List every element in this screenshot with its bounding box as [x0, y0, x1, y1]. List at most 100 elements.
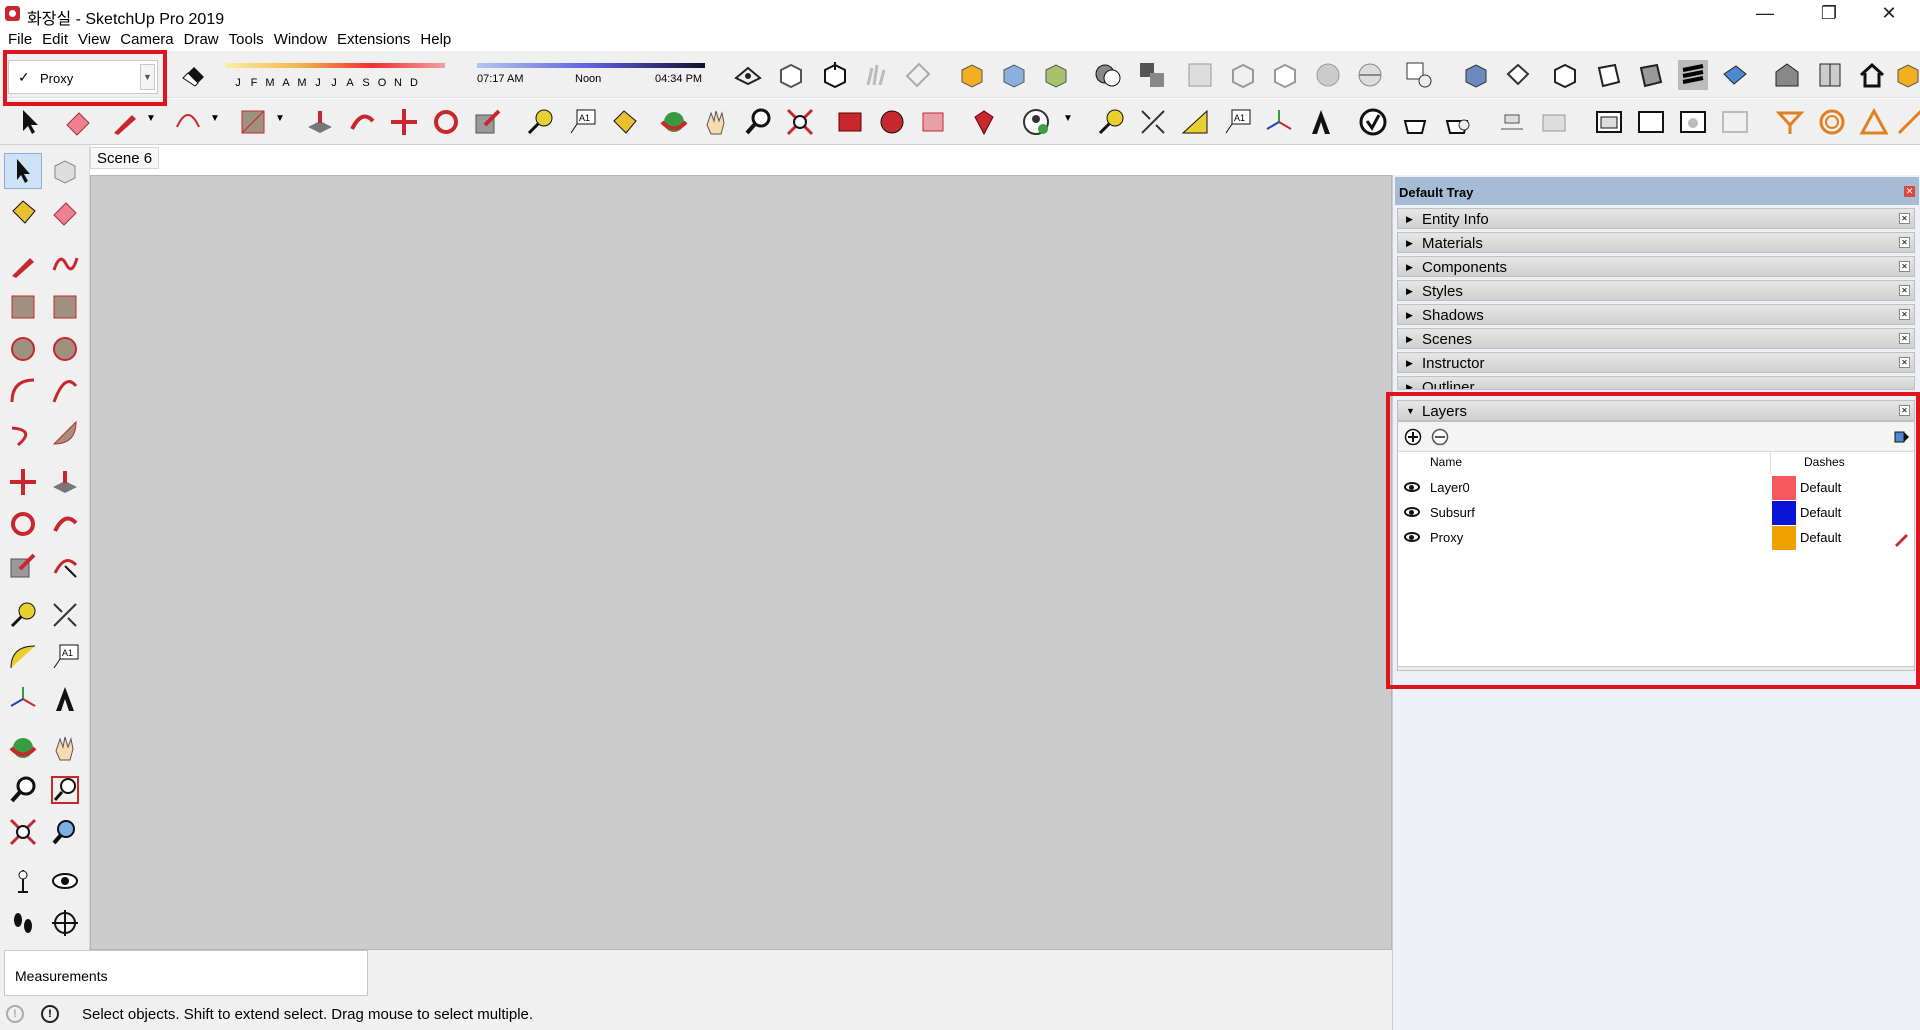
extension-warehouse-icon[interactable]: [1815, 60, 1845, 90]
bottom-camera-icon[interactable]: [1720, 60, 1750, 90]
panel-close-icon[interactable]: ✕: [1899, 333, 1910, 344]
circle-outline-icon[interactable]: [1817, 107, 1847, 137]
panel-styles[interactable]: ▶ Styles ✕: [1397, 280, 1915, 301]
menu-camera[interactable]: Camera: [115, 29, 178, 51]
instructor-info-icon[interactable]: !: [41, 1005, 59, 1023]
follow-me-icon[interactable]: [347, 107, 377, 137]
panel-entity-info[interactable]: ▶ Entity Info ✕: [1397, 208, 1915, 229]
layers-stack-icon[interactable]: [1678, 60, 1708, 90]
window-frame-icon[interactable]: [1594, 107, 1624, 137]
follow-me-icon[interactable]: [50, 509, 80, 539]
close-button[interactable]: ✕: [1866, 0, 1912, 29]
orbit-icon[interactable]: [8, 733, 38, 763]
axes-icon[interactable]: [1264, 107, 1294, 137]
warehouse-icon[interactable]: [1772, 60, 1802, 90]
polygon-icon[interactable]: [50, 334, 80, 364]
top-camera-icon[interactable]: [1503, 60, 1533, 90]
three-point-arc-icon[interactable]: [8, 418, 38, 448]
zoom-window-icon[interactable]: [50, 775, 80, 805]
pencil-line-icon[interactable]: [8, 250, 38, 280]
walk-footprints-icon[interactable]: [8, 908, 38, 938]
rectangle-icon[interactable]: [238, 107, 268, 137]
component-blue-icon[interactable]: [999, 60, 1029, 90]
orbit-icon[interactable]: [659, 107, 689, 137]
sketchy-edges-icon[interactable]: [862, 60, 892, 90]
freehand-icon[interactable]: [50, 250, 80, 280]
circle-icon[interactable]: [8, 334, 38, 364]
section-plane-icon[interactable]: [733, 60, 763, 90]
rotate-icon[interactable]: [8, 509, 38, 539]
sandbox-teapot-icon[interactable]: [1400, 107, 1430, 137]
sketchup-box-icon[interactable]: [1893, 60, 1920, 90]
push-pull-icon[interactable]: [305, 107, 335, 137]
maximize-button[interactable]: ❐: [1806, 0, 1852, 29]
xray-style-icon[interactable]: [1185, 60, 1215, 90]
previous-view-icon[interactable]: [50, 817, 80, 847]
tape-measure-alt-icon[interactable]: [1096, 107, 1126, 137]
make-component-icon[interactable]: [50, 156, 80, 186]
iso-camera-icon[interactable]: [1461, 60, 1491, 90]
protractor-icon[interactable]: [1180, 107, 1210, 137]
geo-location-icon[interactable]: !: [6, 1005, 24, 1023]
monochrome-style-icon[interactable]: [1355, 60, 1385, 90]
panel-materials[interactable]: ▶ Materials ✕: [1397, 232, 1915, 253]
menu-file[interactable]: File: [0, 29, 37, 51]
top-view-icon[interactable]: [820, 60, 850, 90]
home-icon[interactable]: [1857, 60, 1887, 90]
tab-scene-6[interactable]: Scene 6: [90, 147, 160, 169]
move-icon[interactable]: [8, 467, 38, 497]
profile-edges-icon[interactable]: [903, 60, 933, 90]
look-around-eye-icon[interactable]: [50, 866, 80, 896]
panel-close-icon[interactable]: ✕: [1899, 309, 1910, 320]
select-arrow-icon[interactable]: [8, 156, 38, 186]
text-tool-icon[interactable]: A1: [50, 642, 80, 672]
zoom-icon[interactable]: [8, 775, 38, 805]
panel-shadows[interactable]: ▶ Shadows ✕: [1397, 304, 1915, 325]
tray-close-icon[interactable]: ✕: [1904, 186, 1915, 197]
offset-icon[interactable]: [50, 551, 80, 581]
section-plane-icon[interactable]: [50, 908, 80, 938]
position-camera-icon[interactable]: [8, 866, 38, 896]
rotated-rectangle-icon[interactable]: [50, 292, 80, 322]
3d-text-icon[interactable]: [50, 684, 80, 714]
minimize-button[interactable]: —: [1742, 0, 1788, 29]
component-green-icon[interactable]: [1041, 60, 1071, 90]
drape-icon[interactable]: [1497, 107, 1527, 137]
menu-window[interactable]: Window: [269, 29, 332, 51]
two-point-arc-icon[interactable]: [50, 376, 80, 406]
iso-view-icon[interactable]: [776, 60, 806, 90]
select-hand-icon[interactable]: [1404, 60, 1434, 90]
select-arrow-icon[interactable]: [15, 107, 45, 137]
menu-view[interactable]: View: [73, 29, 115, 51]
ruby-gem-icon[interactable]: [969, 107, 999, 137]
move-icon[interactable]: [389, 107, 419, 137]
dimension-icon[interactable]: [1138, 107, 1168, 137]
hidden-line-style-icon[interactable]: [1270, 60, 1300, 90]
tape-measure-icon[interactable]: [8, 600, 38, 630]
front-camera-icon[interactable]: [1550, 60, 1580, 90]
arc-icon[interactable]: [8, 376, 38, 406]
solid-subtract-icon[interactable]: [1137, 60, 1167, 90]
panel-outliner[interactable]: ▶ Outliner: [1397, 376, 1915, 390]
component-yellow-icon[interactable]: [957, 60, 987, 90]
shaded-style-icon[interactable]: [1313, 60, 1343, 90]
panel-close-icon[interactable]: ✕: [1899, 213, 1910, 224]
panel-components[interactable]: ▶ Components ✕: [1397, 256, 1915, 277]
back-camera-icon[interactable]: [1635, 60, 1665, 90]
axes-icon[interactable]: [8, 684, 38, 714]
layer-color-eraser-icon[interactable]: [178, 60, 208, 90]
account-icon[interactable]: [1021, 107, 1051, 137]
tape-measure-icon[interactable]: [525, 107, 555, 137]
pencil-line-icon[interactable]: [110, 107, 140, 137]
frame-cloud-icon[interactable]: [1678, 107, 1708, 137]
shadow-time-slider[interactable]: [477, 63, 705, 68]
paint-bucket-icon[interactable]: [609, 107, 639, 137]
scale-icon[interactable]: [8, 551, 38, 581]
solid-inspector-icon[interactable]: [1358, 107, 1388, 137]
protractor-icon[interactable]: [8, 642, 38, 672]
panel-instructor[interactable]: ▶ Instructor ✕: [1397, 352, 1915, 373]
ruby-console-icon[interactable]: [835, 107, 865, 137]
arc-icon[interactable]: [173, 107, 203, 137]
section-fill-icon[interactable]: [1775, 107, 1805, 137]
measurements-box[interactable]: Measurements: [4, 950, 368, 996]
